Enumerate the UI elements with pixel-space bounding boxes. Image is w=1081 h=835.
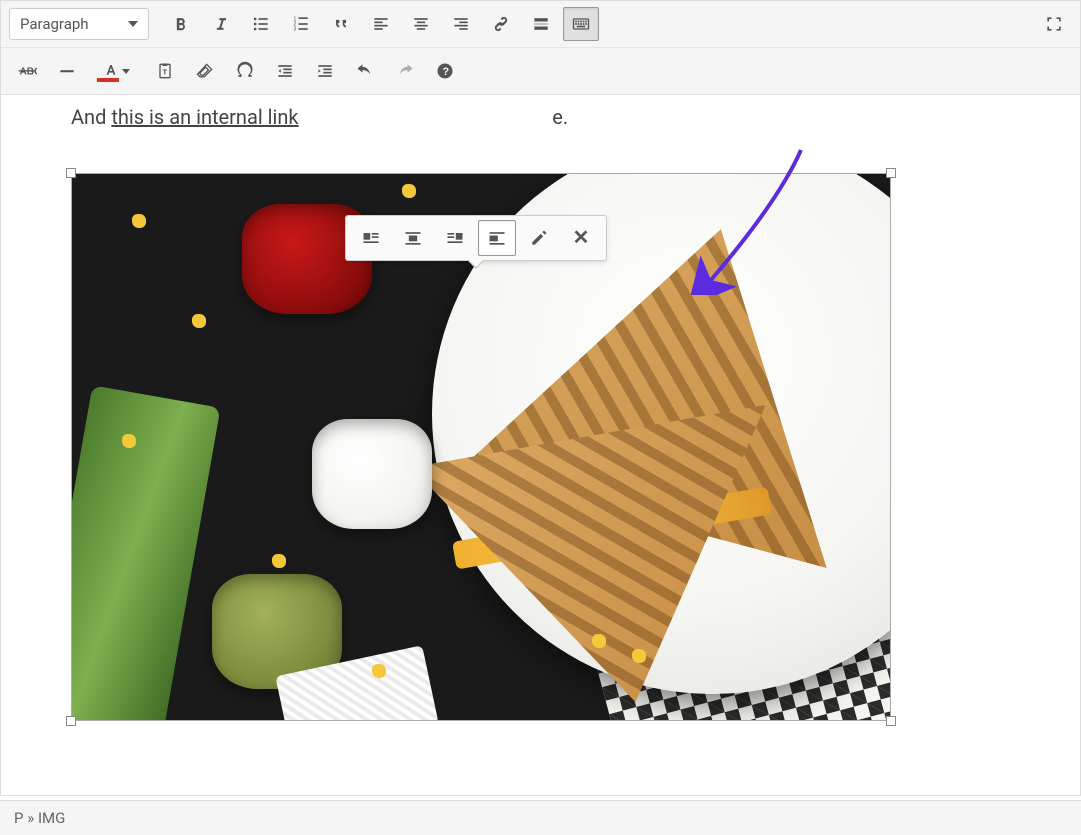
redo-button[interactable] xyxy=(387,54,423,88)
paste-icon: T xyxy=(155,61,175,81)
internal-link-text[interactable]: this is an internal link xyxy=(111,105,298,129)
text-segment xyxy=(299,105,304,129)
resize-handle-sw[interactable] xyxy=(66,716,76,726)
italic-button[interactable] xyxy=(203,7,239,41)
help-button[interactable]: ? xyxy=(427,54,463,88)
text-segment: And xyxy=(71,105,111,129)
bold-button[interactable] xyxy=(163,7,199,41)
status-sep: » xyxy=(23,809,37,827)
image-align-left-button[interactable] xyxy=(352,220,390,256)
image-align-right-button[interactable] xyxy=(436,220,474,256)
text-color-button[interactable] xyxy=(89,54,143,88)
x-icon: ✕ xyxy=(573,228,590,248)
fullscreen-icon xyxy=(1044,14,1064,34)
resize-handle-se[interactable] xyxy=(886,716,896,726)
eraser-icon xyxy=(195,61,215,81)
img-align-right-icon xyxy=(445,228,465,248)
indent-icon xyxy=(315,61,335,81)
resize-handle-nw[interactable] xyxy=(66,168,76,178)
undo-icon xyxy=(355,61,375,81)
clear-formatting-button[interactable] xyxy=(187,54,223,88)
align-left-button[interactable] xyxy=(363,7,399,41)
image-align-none-button[interactable] xyxy=(478,220,516,256)
status-bar: P » IMG xyxy=(0,800,1081,835)
paste-text-button[interactable]: T xyxy=(147,54,183,88)
redo-icon xyxy=(395,61,415,81)
outdent-icon xyxy=(275,61,295,81)
italic-icon xyxy=(211,14,231,34)
keyboard-icon xyxy=(571,14,591,34)
img-align-none-icon xyxy=(487,228,507,248)
content-paragraph[interactable]: And this is an internal link to a differ… xyxy=(71,105,1062,129)
blockquote-button[interactable] xyxy=(323,7,359,41)
color-swatch xyxy=(97,78,119,82)
image-edit-button[interactable] xyxy=(520,220,558,256)
link-icon xyxy=(491,14,511,34)
align-center-icon xyxy=(411,14,431,34)
fullscreen-button[interactable] xyxy=(1036,7,1072,41)
editor-container: Paragraph 123 xyxy=(0,0,1081,796)
bullet-list-icon xyxy=(251,14,271,34)
toolbar-row-2: ABC T xyxy=(1,48,1080,94)
align-center-button[interactable] xyxy=(403,7,439,41)
svg-text:3: 3 xyxy=(294,27,297,33)
align-right-button[interactable] xyxy=(443,7,479,41)
outdent-button[interactable] xyxy=(267,54,303,88)
text-segment: e. xyxy=(552,105,568,129)
indent-button[interactable] xyxy=(307,54,343,88)
insert-link-button[interactable] xyxy=(483,7,519,41)
svg-text:T: T xyxy=(163,67,168,76)
strikethrough-button[interactable]: ABC xyxy=(9,54,45,88)
content-inner: And this is an internal link to a differ… xyxy=(1,105,1080,725)
undo-button[interactable] xyxy=(347,54,383,88)
editor-toolbar: Paragraph 123 xyxy=(1,1,1080,95)
align-left-icon xyxy=(371,14,391,34)
numbered-list-icon: 123 xyxy=(291,14,311,34)
numbered-list-button[interactable]: 123 xyxy=(283,7,319,41)
toolbar-row-1: Paragraph 123 xyxy=(1,1,1080,48)
chevron-down-icon xyxy=(122,69,130,74)
read-more-icon xyxy=(531,14,551,34)
toolbar-toggle-button[interactable] xyxy=(563,7,599,41)
bullet-list-button[interactable] xyxy=(243,7,279,41)
img-align-center-icon xyxy=(403,228,423,248)
special-char-button[interactable] xyxy=(227,54,263,88)
bold-icon xyxy=(171,14,191,34)
hr-icon xyxy=(57,61,77,81)
align-right-icon xyxy=(451,14,471,34)
omega-icon xyxy=(235,61,255,81)
chevron-down-icon xyxy=(128,21,138,27)
strikethrough-icon: ABC xyxy=(17,61,37,81)
img-align-left-icon xyxy=(361,228,381,248)
hr-button[interactable] xyxy=(49,54,85,88)
format-dropdown[interactable]: Paragraph xyxy=(9,8,149,40)
svg-text:?: ? xyxy=(443,66,450,78)
help-icon: ? xyxy=(435,61,455,81)
svg-text:ABC: ABC xyxy=(20,66,38,77)
image-context-toolbar: ✕ xyxy=(345,215,607,261)
image-align-center-button[interactable] xyxy=(394,220,432,256)
editor-content-area[interactable]: And this is an internal link to a differ… xyxy=(1,95,1080,795)
status-path-img[interactable]: IMG xyxy=(38,809,65,827)
format-label: Paragraph xyxy=(20,15,89,33)
quote-icon xyxy=(331,14,351,34)
image-remove-button[interactable]: ✕ xyxy=(562,220,600,256)
resize-handle-ne[interactable] xyxy=(886,168,896,178)
insert-more-button[interactable] xyxy=(523,7,559,41)
pencil-icon xyxy=(529,228,549,248)
